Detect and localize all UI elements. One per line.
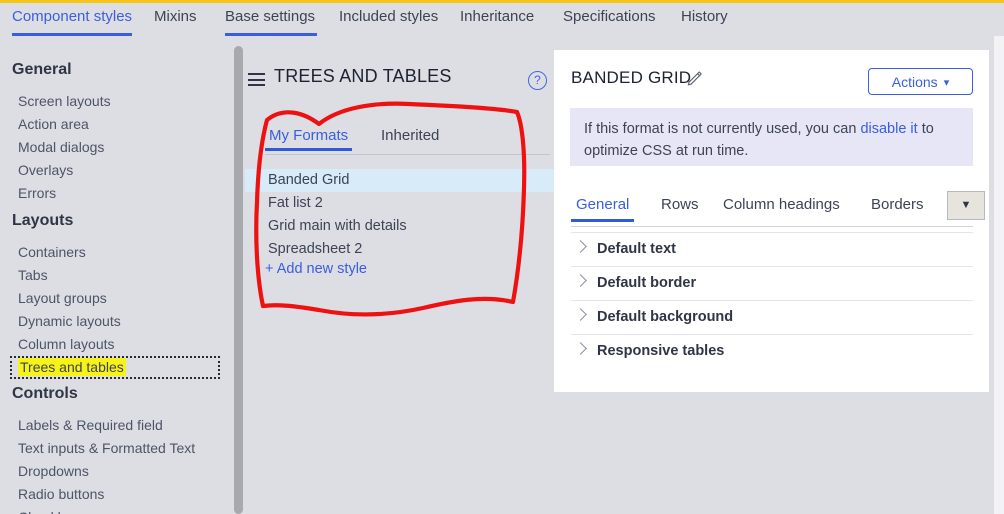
list-item-fat-list-2[interactable]: Fat list 2 xyxy=(245,192,545,215)
formats-tabs: My Formats Inherited xyxy=(264,127,545,155)
accordion-responsive-tables-label: Responsive tables xyxy=(597,343,725,359)
list-item-banded-grid[interactable]: Banded Grid xyxy=(245,169,556,192)
sidebar-group-controls: Controls xyxy=(12,385,78,402)
add-new-style-label: Add new style xyxy=(276,261,367,277)
card-tabs: General Rows Column headings Borders ▼ xyxy=(570,191,985,227)
format-list: Banded Grid Fat list 2 Grid main with de… xyxy=(245,169,556,261)
tab-borders[interactable]: Borders xyxy=(871,196,924,222)
accordion-default-border[interactable]: Default border xyxy=(571,266,973,301)
chevron-down-icon: ▾ xyxy=(943,77,950,89)
info-banner-text-before: If this format is not currently used, yo… xyxy=(584,121,861,137)
sidebar-item-radio-buttons[interactable]: Radio buttons xyxy=(18,486,104,502)
pencil-icon[interactable] xyxy=(687,70,703,86)
format-detail-card: BANDED GRID Actions ▾ If this format is n… xyxy=(554,50,989,392)
accordion-default-text-label: Default text xyxy=(597,241,676,257)
tabs-overflow-button[interactable]: ▼ xyxy=(947,191,985,220)
actions-button[interactable]: Actions ▾ xyxy=(868,68,973,95)
info-banner: If this format is not currently used, yo… xyxy=(570,108,973,166)
sidebar-item-modal-dialogs[interactable]: Modal dialogs xyxy=(18,139,104,155)
disable-it-link[interactable]: disable it xyxy=(860,121,917,137)
tab-inherited[interactable]: Inherited xyxy=(381,127,439,151)
formats-panel: TREES AND TABLES ? My Formats Inherited … xyxy=(245,36,556,514)
hamburger-icon[interactable] xyxy=(248,73,265,86)
sidebar-item-tabs[interactable]: Tabs xyxy=(18,267,48,283)
sidebar-item-text-inputs[interactable]: Text inputs & Formatted Text xyxy=(18,440,195,456)
sidebar-item-action-area[interactable]: Action area xyxy=(18,116,89,132)
sidebar-item-dropdowns[interactable]: Dropdowns xyxy=(18,463,89,479)
accordion-default-border-label: Default border xyxy=(597,275,697,291)
tab-general[interactable]: General xyxy=(570,196,635,222)
accordion-default-background-label: Default background xyxy=(597,309,734,325)
help-circle-icon[interactable]: ? xyxy=(528,71,547,90)
tab-base-settings[interactable]: Base settings xyxy=(225,3,317,36)
top-tab-bar: Component styles Mixins Base settings In… xyxy=(0,3,1004,36)
sidebar-item-labels-required-field[interactable]: Labels & Required field xyxy=(18,417,163,433)
tab-rows[interactable]: Rows xyxy=(661,196,699,222)
sidebar-item-trees-and-tables-label: Trees and tables xyxy=(18,358,126,376)
sidebar-group-layouts: Layouts xyxy=(12,212,74,229)
card-tabs-divider xyxy=(571,226,973,227)
chevron-right-icon xyxy=(574,274,587,287)
sidebar-item-screen-layouts[interactable]: Screen layouts xyxy=(18,93,111,109)
page-title: BANDED GRID xyxy=(571,68,692,87)
sidebar-scrollbar-thumb[interactable] xyxy=(234,46,243,514)
left-sidebar: General Screen layouts Action area Modal… xyxy=(0,36,232,514)
tab-specifications[interactable]: Specifications xyxy=(563,3,656,36)
chevron-right-icon xyxy=(574,240,587,253)
sidebar-item-errors[interactable]: Errors xyxy=(18,185,56,201)
tab-column-headings[interactable]: Column headings xyxy=(723,196,840,222)
tab-mixins[interactable]: Mixins xyxy=(154,3,197,36)
sidebar-item-layout-groups[interactable]: Layout groups xyxy=(18,290,107,306)
actions-button-label: Actions xyxy=(891,74,938,90)
sidebar-item-overlays[interactable]: Overlays xyxy=(18,162,73,178)
tab-inheritance[interactable]: Inheritance xyxy=(460,3,534,36)
tab-component-styles[interactable]: Component styles xyxy=(12,3,132,36)
formats-panel-title: TREES AND TABLES xyxy=(274,66,452,86)
list-item-spreadsheet-2[interactable]: Spreadsheet 2 xyxy=(245,238,545,261)
chevron-right-icon xyxy=(574,342,587,355)
plus-icon: + xyxy=(265,261,274,277)
add-new-style-button[interactable]: + Add new style xyxy=(265,261,367,277)
sidebar-item-checkboxes[interactable]: Checkboxes xyxy=(18,509,95,514)
list-item-grid-main-with-details[interactable]: Grid main with details xyxy=(245,215,545,238)
sidebar-group-general: General xyxy=(12,61,72,78)
tab-history[interactable]: History xyxy=(681,3,728,36)
sidebar-item-containers[interactable]: Containers xyxy=(18,244,86,260)
page-scrollbar-track[interactable] xyxy=(994,36,1004,514)
accordion-default-background[interactable]: Default background xyxy=(571,300,973,335)
formats-tabs-divider xyxy=(265,154,550,155)
tab-my-formats[interactable]: My Formats xyxy=(264,127,353,151)
accordion-default-text[interactable]: Default text xyxy=(571,232,973,267)
sidebar-item-column-layouts[interactable]: Column layouts xyxy=(18,336,115,352)
chevron-right-icon xyxy=(574,308,587,321)
tab-included-styles[interactable]: Included styles xyxy=(339,3,438,36)
accordion-responsive-tables[interactable]: Responsive tables xyxy=(571,334,973,369)
sidebar-item-dynamic-layouts[interactable]: Dynamic layouts xyxy=(18,313,121,329)
sidebar-item-trees-and-tables[interactable]: Trees and tables xyxy=(10,356,220,379)
